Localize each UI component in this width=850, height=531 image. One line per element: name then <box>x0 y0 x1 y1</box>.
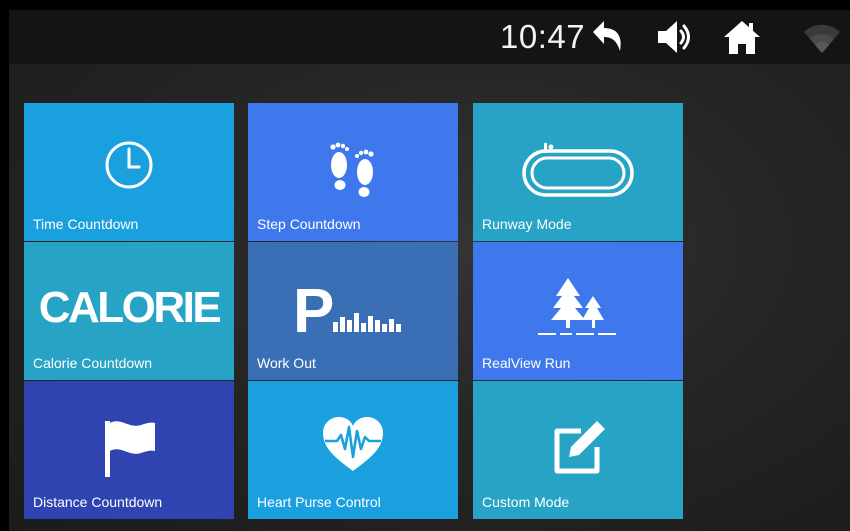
tile-label: Heart Purse Control <box>257 494 381 510</box>
edit-icon <box>473 419 683 477</box>
heart-pulse-icon <box>248 415 458 475</box>
screen: 10:47 Time Countdown Step Countdown Runw… <box>0 0 850 531</box>
tile-time-countdown[interactable]: Time Countdown <box>24 103 234 241</box>
tile-realview-run[interactable]: RealView Run <box>473 242 683 380</box>
tile-step-countdown[interactable]: Step Countdown <box>248 103 458 241</box>
tile-label: Runway Mode <box>482 216 572 232</box>
clock: 10:47 <box>500 18 586 55</box>
volume-icon[interactable] <box>655 18 695 56</box>
tile-label: Distance Countdown <box>33 494 163 510</box>
flag-icon <box>24 417 234 481</box>
tile-work-out[interactable]: P Work Out <box>248 242 458 380</box>
trees-icon <box>473 274 683 340</box>
tile-label: Custom Mode <box>482 494 570 510</box>
calorie-word: CALORIE <box>38 283 222 332</box>
tile-calorie-countdown[interactable]: CALORIE Calorie Countdown <box>24 242 234 380</box>
tile-label: Step Countdown <box>257 216 361 232</box>
footprints-icon <box>248 139 458 199</box>
tile-heart-purse-control[interactable]: Heart Purse Control <box>248 381 458 519</box>
tile-label: Time Countdown <box>33 216 139 232</box>
tile-distance-countdown[interactable]: Distance Countdown <box>24 381 234 519</box>
back-arrow-icon[interactable] <box>587 18 627 56</box>
tile-label: RealView Run <box>482 355 571 371</box>
tile-custom-mode[interactable]: Custom Mode <box>473 381 683 519</box>
program-letter: P <box>293 277 334 338</box>
tile-label: Calorie Countdown <box>33 355 153 371</box>
tile-label: Work Out <box>257 355 316 371</box>
running-track-icon <box>473 139 683 199</box>
wifi-icon <box>802 18 842 56</box>
clock-icon <box>24 139 234 191</box>
tile-runway-mode[interactable]: Runway Mode <box>473 103 683 241</box>
calorie-text-icon: CALORIE <box>24 280 234 336</box>
home-icon[interactable] <box>722 18 762 56</box>
program-bars-icon: P <box>248 272 458 338</box>
